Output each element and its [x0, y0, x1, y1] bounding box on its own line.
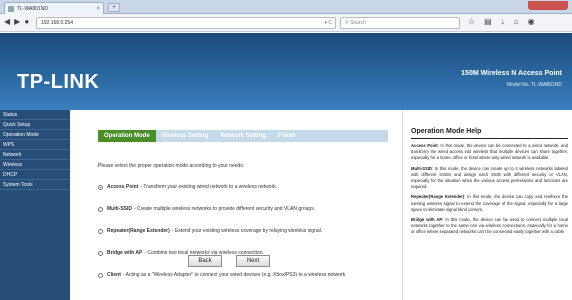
reading-list-icon[interactable]: ▤ — [484, 17, 492, 26]
tp-link-logo: TP-LINK — [17, 71, 100, 93]
option-name: Bridge with AP — [107, 250, 143, 256]
sidebar-item-network[interactable]: Network — [0, 150, 70, 160]
back-arrow-icon[interactable]: ◀ — [4, 17, 10, 26]
main-content: Operation Mode Wireless Setting Network … — [70, 110, 396, 300]
option-name: Repeater(Range Extender) — [107, 228, 170, 234]
instruction-text: Please select the proper operation mode … — [98, 163, 245, 169]
help-paragraph: Access Point: In this mode, the device c… — [411, 143, 568, 162]
browser-nav-bar: ◀ ▶ ● 192.168.0.254 ▾ C ⚲ Search ☆ ▤ ↓ ⌂… — [0, 14, 572, 32]
step-operation-mode: Operation Mode — [98, 130, 156, 142]
radio-repeater[interactable] — [98, 228, 103, 234]
forward-arrow-icon[interactable]: ▶ — [14, 17, 20, 26]
home-icon[interactable]: ⌂ — [514, 17, 519, 26]
identity-icon[interactable]: ● — [24, 17, 29, 26]
option-name: Multi-SSID — [107, 206, 132, 212]
radio-bridge-with-ap[interactable] — [98, 250, 103, 256]
bookmark-star-icon[interactable]: ☆ — [468, 17, 475, 26]
help-text: : In this mode, the device can create up… — [411, 165, 568, 190]
option-desc: - Extend your existing wireless coverage… — [171, 228, 323, 234]
option-desc: - Transform your existing wired network … — [140, 184, 278, 190]
option-multi-ssid[interactable]: Multi-SSID - Create multiple wireless ne… — [98, 206, 315, 212]
sidebar-item-wps[interactable]: WPS — [0, 140, 70, 150]
step-wireless-setting: Wireless Setting — [161, 133, 209, 139]
product-name: 150M Wireless N Access Point — [461, 70, 562, 77]
sidebar-item-operation-mode[interactable]: Operation Mode — [0, 130, 70, 140]
help-title: Operation Mode Help — [411, 128, 482, 135]
option-name: Client — [107, 272, 121, 278]
router-header: TP-LINK 150M Wireless N Access Point Mod… — [0, 33, 572, 110]
back-button[interactable]: Back — [188, 255, 222, 267]
radio-client[interactable] — [98, 272, 103, 278]
help-term: Access Point — [411, 143, 438, 148]
option-name: Access Point — [107, 184, 139, 190]
sidebar-item-dhcp[interactable]: DHCP — [0, 170, 70, 180]
wizard-steps: Operation Mode Wireless Setting Network … — [98, 130, 388, 142]
help-term: Bridge with AP — [411, 217, 443, 223]
help-paragraph: Multi-SSID: In this mode, the device can… — [411, 166, 568, 191]
sidebar-item-system-tools[interactable]: System Tools — [0, 180, 70, 190]
option-repeater[interactable]: Repeater(Range Extender) - Extend your e… — [98, 228, 322, 234]
sidebar-item-wireless[interactable]: Wireless — [0, 160, 70, 170]
sidebar-menu: Status Quick Setup Operation Mode WPS Ne… — [0, 110, 70, 300]
browser-tab[interactable]: TL-WA801ND × — [4, 2, 104, 14]
help-divider — [411, 138, 568, 139]
step-finish: Finish — [277, 133, 296, 139]
url-text: 192.168.0.254 — [41, 20, 73, 26]
help-paragraph: Repeater(Range Extender): In this mode, … — [411, 194, 568, 213]
search-placeholder: Search — [350, 20, 366, 26]
favicon-icon — [8, 5, 14, 12]
download-icon[interactable]: ↓ — [501, 17, 505, 26]
tab-title: TL-WA801ND — [17, 5, 48, 12]
url-reload-controls[interactable]: ▾ C — [324, 18, 332, 29]
option-desc: - Create multiple wireless networks to p… — [134, 206, 316, 212]
option-access-point[interactable]: Access Point - Transform your existing w… — [98, 184, 277, 190]
search-icon: ⚲ — [345, 20, 349, 26]
window-close-button[interactable] — [528, 1, 568, 10]
sidebar-item-status[interactable]: Status — [0, 110, 70, 120]
product-model: Model No. TL-WA801ND — [506, 82, 562, 88]
sync-icon[interactable]: ◉ — [528, 17, 535, 26]
next-button[interactable]: Next — [236, 255, 270, 267]
option-client[interactable]: Client - Acting as a "Wireless Adapter" … — [98, 272, 347, 278]
browser-tab-bar: TL-WA801ND × + — [0, 0, 572, 14]
help-term: Repeater(Range Extender) — [411, 194, 465, 200]
radio-access-point[interactable] — [98, 184, 103, 190]
radio-multi-ssid[interactable] — [98, 206, 103, 212]
sidebar-item-quick-setup[interactable]: Quick Setup — [0, 120, 70, 130]
tab-close-icon[interactable]: × — [96, 6, 100, 12]
help-paragraph: Bridge with AP: In this mode, the device… — [411, 217, 568, 236]
help-panel: Operation Mode Help Access Point: In thi… — [402, 110, 572, 300]
help-term: Multi-SSID — [411, 165, 432, 171]
new-tab-button[interactable]: + — [108, 3, 120, 12]
url-bar[interactable]: 192.168.0.254 ▾ C — [36, 17, 336, 29]
search-input[interactable]: ⚲ Search — [340, 17, 460, 29]
option-desc: - Acting as a "Wireless Adapter" to conn… — [122, 272, 347, 278]
step-network-setting: Network Setting — [220, 133, 266, 139]
